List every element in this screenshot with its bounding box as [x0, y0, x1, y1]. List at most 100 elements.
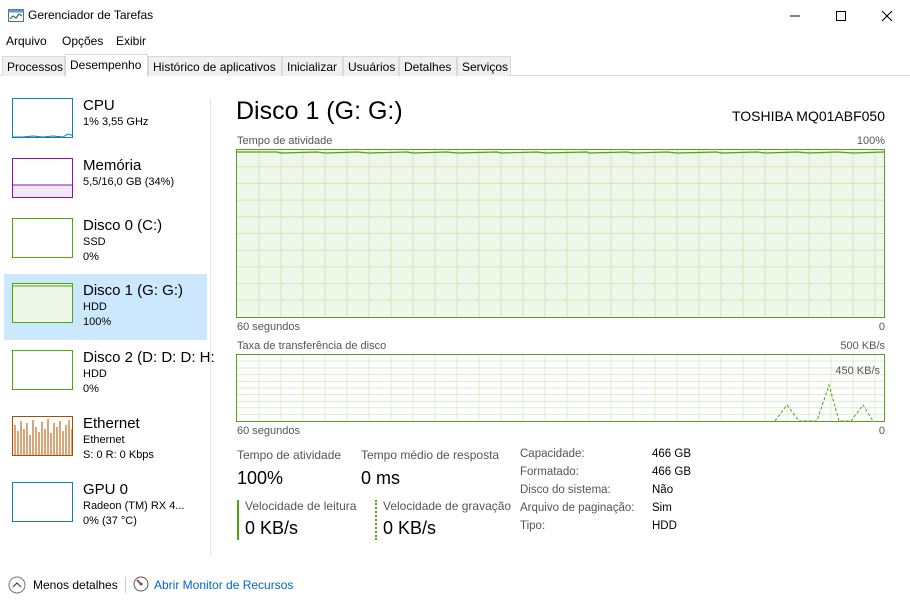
system-disk-label: Disco do sistema:: [520, 484, 611, 496]
sidebar-item-memoria[interactable]: Memória 5,5/16,0 GB (34%): [4, 152, 207, 216]
read-speed-label: Velocidade de leitura: [245, 499, 357, 513]
chart2-max: 500 KB/s: [840, 340, 885, 352]
disk1-thumbnail: [12, 283, 73, 323]
chart1-max: 100%: [856, 135, 885, 147]
sidebar-item-disco2[interactable]: Disco 2 (D: D: D: H: HDD 0%: [4, 344, 215, 408]
sidebar-disco2-title: Disco 2 (D: D: D: H:: [83, 349, 215, 366]
sidebar-item-disco1[interactable]: Disco 1 (G: G:) HDD 100%: [4, 274, 207, 340]
sidebar-gpu-title: GPU 0: [83, 481, 129, 498]
maximize-icon: [836, 10, 846, 21]
title-bar: Gerenciador de Tarefas: [0, 0, 910, 31]
sidebar-item-ethernet[interactable]: Ethernet Ethernet S: 0 R: 0 Kbps: [4, 410, 207, 474]
write-rate-line: [774, 383, 874, 421]
menu-opcoes[interactable]: Opções: [62, 34, 103, 48]
type-label: Tipo:: [520, 520, 546, 532]
page-title: Disco 1 (G: G:): [236, 97, 403, 125]
tab-detalhes[interactable]: Detalhes: [399, 56, 457, 76]
response-time-label: Tempo médio de resposta: [361, 448, 500, 462]
sidebar-item-cpu[interactable]: CPU 1% 3,55 GHz: [4, 92, 207, 156]
sidebar-disco0-sub2: 0%: [83, 251, 99, 263]
menu-arquivo[interactable]: Arquivo: [6, 34, 47, 48]
minimize-icon: [790, 15, 800, 16]
activity-chart-svg: [237, 150, 884, 317]
active-time-value: 100%: [237, 468, 284, 488]
gpu-thumbnail: [12, 482, 73, 522]
chart2-label: Taxa de transferência de disco: [237, 340, 387, 352]
sidebar-cpu-title: CPU: [83, 97, 115, 114]
activity-chart: [236, 149, 885, 318]
minimize-button[interactable]: [772, 0, 818, 31]
chart1-label: Tempo de atividade: [237, 135, 333, 147]
footer-separator: [125, 577, 126, 593]
chevron-up-circle-icon[interactable]: [8, 576, 26, 594]
chart1-x-right: 0: [878, 321, 885, 333]
system-disk-value: Não: [652, 484, 674, 496]
sidebar-separator: [210, 99, 211, 556]
menu-exibir[interactable]: Exibir: [116, 34, 146, 48]
read-speed-marker: [237, 500, 239, 540]
sidebar-gpu-sub1: Radeon (TM) RX 4...: [83, 500, 185, 512]
memory-thumbnail: [12, 158, 73, 198]
chart1-x-left: 60 segundos: [237, 321, 300, 333]
write-speed-label: Velocidade de gravação: [383, 499, 512, 513]
maximize-button[interactable]: [818, 0, 864, 31]
sidebar-disco1-sub1: HDD: [83, 301, 107, 313]
resource-monitor-icon: [133, 576, 149, 592]
menu-bar: Arquivo Opções Exibir: [0, 32, 910, 50]
performance-sidebar: CPU 1% 3,55 GHz Memória 5,5/16,0 GB (34%…: [0, 77, 215, 557]
chart2-x-left: 60 segundos: [237, 425, 300, 437]
activity-line: [237, 151, 884, 154]
activity-grid: [237, 150, 884, 317]
close-icon: [881, 10, 893, 21]
sidebar-memoria-title: Memória: [83, 157, 142, 174]
sidebar-item-disco0[interactable]: Disco 0 (C:) SSD 0%: [4, 212, 207, 276]
tab-bar: Processos Desempenho Histórico de aplica…: [0, 54, 910, 77]
write-speed-marker: [375, 500, 377, 540]
tab-historico[interactable]: Histórico de aplicativos: [148, 56, 282, 76]
formatted-value: 466 GB: [652, 466, 691, 478]
tab-usuarios[interactable]: Usuários: [343, 56, 399, 76]
sidebar-gpu-sub2: 0% (37 °C): [83, 515, 137, 527]
sidebar-disco2-sub1: HDD: [83, 368, 107, 380]
capacity-label: Capacidade:: [520, 448, 585, 460]
sidebar-cpu-sub: 1% 3,55 GHz: [83, 116, 149, 128]
transfer-chart: 450 KB/s: [236, 354, 885, 422]
footer: Menos detalhes Abrir Monitor de Recursos: [0, 572, 910, 598]
sidebar-disco0-title: Disco 0 (C:): [83, 217, 163, 234]
cpu-thumbnail: [12, 98, 73, 138]
active-time-label: Tempo de atividade: [237, 448, 342, 462]
sidebar-ethernet-sub1: Ethernet: [83, 434, 125, 446]
fewer-details-link[interactable]: Menos detalhes: [33, 578, 118, 592]
window-title: Gerenciador de Tarefas: [28, 8, 154, 22]
task-manager-icon: [8, 9, 24, 22]
page-file-label: Arquivo de paginação:: [520, 502, 635, 514]
read-speed-value: 0 KB/s: [245, 518, 299, 538]
transfer-grid: [237, 355, 884, 421]
tab-inicializar[interactable]: Inicializar: [282, 56, 343, 76]
chart2-x-right: 0: [878, 425, 885, 437]
transfer-chart-svg: [237, 355, 884, 421]
response-time-value: 0 ms: [361, 468, 401, 488]
write-speed-value: 0 KB/s: [383, 518, 437, 538]
sidebar-disco1-sub2: 100%: [83, 316, 112, 328]
page-file-value: Sim: [652, 502, 672, 514]
capacity-value: 466 GB: [652, 448, 691, 460]
sidebar-ethernet-sub2: S: 0 R: 0 Kbps: [83, 449, 154, 461]
ethernet-thumbnail: [12, 416, 73, 456]
tab-processos[interactable]: Processos: [2, 56, 65, 76]
formatted-label: Formatado:: [520, 466, 579, 478]
sidebar-item-gpu[interactable]: GPU 0 Radeon (TM) RX 4... 0% (37 °C): [4, 476, 207, 540]
type-value: HDD: [652, 520, 677, 532]
disk2-thumbnail: [12, 350, 73, 390]
sidebar-ethernet-title: Ethernet: [83, 415, 140, 432]
tab-servicos[interactable]: Serviços: [457, 56, 511, 76]
chart2-inner-label: 450 KB/s: [835, 365, 880, 377]
sidebar-memoria-sub: 5,5/16,0 GB (34%): [83, 176, 175, 188]
close-button[interactable]: [864, 0, 910, 31]
sidebar-disco1-title: Disco 1 (G: G:): [83, 282, 184, 299]
tab-desempenho[interactable]: Desempenho: [65, 54, 148, 77]
sidebar-disco0-sub1: SSD: [83, 236, 106, 248]
disk-model: TOSHIBA MQ01ABF050: [731, 108, 885, 124]
disk0-thumbnail: [12, 218, 73, 258]
open-resource-monitor-link[interactable]: Abrir Monitor de Recursos: [154, 578, 293, 592]
